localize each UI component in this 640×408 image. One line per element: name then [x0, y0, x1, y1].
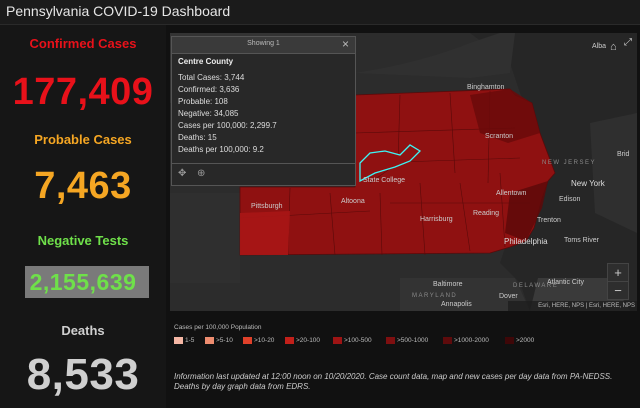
label-toms-river: Toms River: [564, 237, 600, 244]
negative-tests-value: 2,155,639: [29, 269, 137, 295]
legend-swatch: [505, 337, 514, 344]
label-dover: Dover: [499, 293, 518, 300]
legend-label: >500-1000: [397, 337, 429, 345]
popup-negative: Negative: 34,085: [178, 109, 239, 118]
legend-label: >10-20: [254, 337, 275, 345]
legend-item: >20-100: [285, 337, 320, 347]
legend-swatch: [243, 337, 252, 344]
label-pittsburgh: Pittsburgh: [251, 203, 283, 210]
legend-label: 1-5: [185, 337, 195, 345]
legend-item: 1-5: [174, 337, 194, 347]
popup-cases-per-100k: Cases per 100,000: 2,299.7: [178, 121, 277, 130]
home-icon[interactable]: ⌂: [610, 41, 617, 53]
legend-title: Cases per 100,000 Population: [174, 324, 262, 331]
popup-showing-count: Showing 1: [247, 40, 280, 47]
popup-deaths: Deaths: 15: [178, 133, 217, 142]
label-harrisburg: Harrisburg: [420, 216, 453, 223]
map-attribution[interactable]: Esri, HERE, NPS | Esri, HERE, NPS: [508, 301, 637, 311]
deaths-value: 8,533: [26, 350, 140, 399]
move-icon[interactable]: ✥: [178, 168, 186, 179]
deaths-label: Deaths: [61, 323, 105, 338]
dashboard-title: Pennsylvania COVID-19 Dashboard: [6, 3, 231, 19]
popup-county-name: Centre County: [178, 57, 234, 66]
zoom-controls: + −: [607, 263, 629, 300]
popup-confirmed: Confirmed: 3,636: [178, 85, 240, 94]
label-delaware: DELAWARE: [513, 283, 559, 289]
label-annapolis: Annapolis: [441, 301, 472, 308]
label-binghamton: Binghamton: [467, 84, 505, 91]
legend-label: >100-500: [344, 337, 372, 345]
label-reading: Reading: [473, 210, 500, 217]
popup-probable: Probable: 108: [178, 97, 228, 106]
legend-label: >5-10: [216, 337, 233, 345]
label-state-college: State College: [363, 177, 406, 184]
legend-item: >10-20: [243, 337, 274, 347]
last-updated-info: Information last updated at 12:00 noon o…: [174, 372, 613, 391]
label-new-jersey: NEW JERSEY: [542, 160, 597, 166]
county-popup: Showing 1 × Centre County Total Cases: 3…: [171, 36, 356, 186]
label-trenton: Trenton: [537, 217, 561, 224]
label-allentown: Allentown: [496, 190, 527, 197]
label-alba: Alba: [592, 43, 607, 50]
label-altoona: Altoona: [341, 198, 365, 205]
label-edison: Edison: [559, 196, 581, 203]
label-baltimore: Baltimore: [433, 281, 463, 288]
popup-deaths-per-100k: Deaths per 100,000: 9.2: [178, 145, 264, 154]
label-new-york: New York: [571, 179, 605, 188]
zoom-to-icon[interactable]: ⊕: [197, 168, 205, 179]
confirmed-cases-value: 177,409: [12, 71, 154, 113]
legend-swatch: [333, 337, 342, 344]
label-maryland: MARYLAND: [412, 293, 458, 299]
legend-item: >500-1000: [386, 337, 428, 347]
legend-item: >1000-2000: [443, 337, 489, 347]
legend-label: >20-100: [296, 337, 321, 345]
probable-cases-value: 7,463: [34, 165, 132, 207]
popup-footer: ✥ ⊕: [172, 163, 355, 186]
zoom-out-button[interactable]: −: [608, 282, 628, 299]
legend-item: >2000: [505, 337, 534, 347]
legend-item: >100-500: [333, 337, 372, 347]
negative-tests-label: Negative Tests: [37, 233, 129, 248]
legend-label: >2000: [516, 337, 535, 345]
legend-item: >5-10: [205, 337, 233, 347]
legend-swatch: [205, 337, 214, 344]
popup-header: Showing 1 ×: [172, 37, 355, 54]
stats-panel: Confirmed Cases 177,409 Probable Cases 7…: [0, 25, 166, 408]
legend-label: >1000-2000: [454, 337, 489, 345]
dashboard-header: Pennsylvania COVID-19 Dashboard: [0, 0, 640, 25]
label-scranton: Scranton: [485, 133, 514, 140]
legend-swatch: [285, 337, 294, 344]
confirmed-cases-label: Confirmed Cases: [29, 36, 137, 51]
zoom-in-button[interactable]: +: [608, 264, 628, 282]
legend-swatch: [386, 337, 395, 344]
expand-icon[interactable]: ⤢: [624, 37, 632, 48]
probable-cases-label: Probable Cases: [34, 132, 132, 147]
popup-total-cases: Total Cases: 3,744: [178, 73, 245, 82]
label-brid: Brid: [617, 151, 630, 158]
close-icon[interactable]: ×: [342, 37, 349, 51]
legend-swatch: [174, 337, 183, 344]
label-philadelphia: Philadelphia: [504, 237, 548, 246]
legend-swatch: [443, 337, 452, 344]
